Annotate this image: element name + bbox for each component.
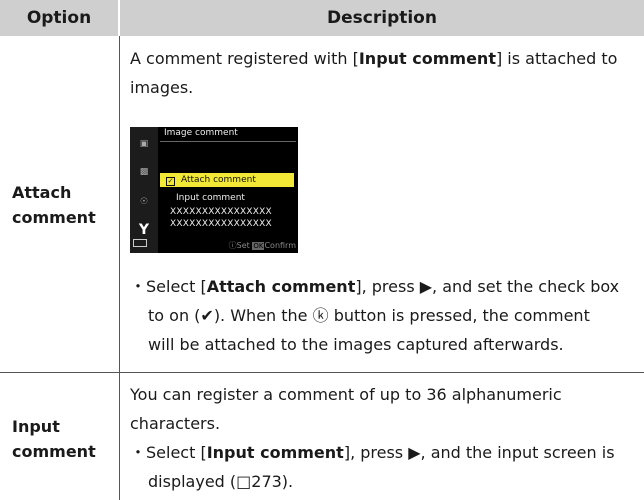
column-divider bbox=[119, 36, 120, 500]
attach-comment-bullet: ・Select [Attach comment], press ▶, and s… bbox=[130, 277, 620, 354]
comment-value-line2: XXXXXXXXXXXXXXXX bbox=[170, 219, 272, 229]
input-comment-bullet: ・Select [Input comment], press ▶, and th… bbox=[130, 443, 615, 491]
battery-icon bbox=[133, 239, 147, 247]
input-comment-intro: You can register a comment of up to 36 a… bbox=[130, 385, 562, 433]
input-comment-label: Input comment bbox=[176, 193, 245, 203]
highlighted-menu-item: ✓ Attach comment bbox=[160, 173, 294, 187]
camera-icon: ▣ bbox=[139, 139, 149, 149]
screen-title: Image comment bbox=[164, 128, 238, 138]
option-attach-comment: Attach comment bbox=[12, 183, 96, 227]
camera-menu-screenshot: ▣ ▩ ☉ Y Image comment ✓ Attach comment In… bbox=[130, 127, 298, 253]
attach-comment-intro: A comment registered with [Input comment… bbox=[130, 49, 618, 97]
row-divider bbox=[0, 372, 644, 373]
wrench-icon: Y bbox=[138, 222, 150, 238]
wireless-icon: ☉ bbox=[139, 197, 149, 207]
screen-footer: ⓘSet OKConfirm bbox=[228, 241, 296, 250]
comment-value-line1: XXXXXXXXXXXXXXXX bbox=[170, 207, 272, 217]
header-option: Option bbox=[0, 0, 118, 36]
title-rule bbox=[160, 141, 296, 142]
option-input-comment: Input comment bbox=[12, 417, 96, 461]
checkbox-icon: ✓ bbox=[166, 177, 175, 186]
header-description: Description bbox=[120, 0, 644, 36]
movie-icon: ▩ bbox=[139, 167, 149, 177]
menu-sidebar: ▣ ▩ ☉ Y bbox=[130, 127, 158, 253]
